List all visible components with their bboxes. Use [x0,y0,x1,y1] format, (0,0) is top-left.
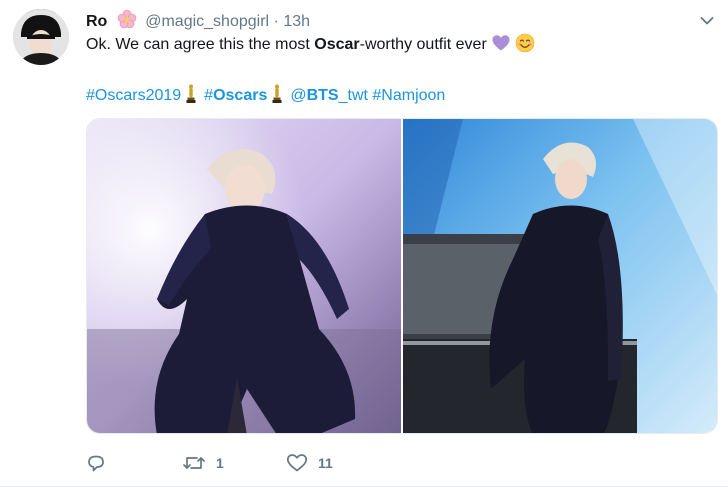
purple-heart-icon [491,33,511,60]
heart-icon [286,453,308,473]
mention-bts-twt[interactable]: @BTS_twt [290,87,368,104]
tweet-hashtags: #Oscars2019 #Oscars @BTS_twt #Namjoon [86,84,445,111]
tweet-header: Ro @magic_shopgirl · 13h [86,9,688,31]
cherry-blossom-icon [117,9,137,36]
tweet-text-bold: Oscar [314,36,360,53]
tweet-text-part: Ok. We can agree this the most [86,36,315,53]
oscar-statue-icon [272,84,282,111]
mention-bold: BTS [306,87,339,104]
like-count: 11 [318,455,333,471]
reply-icon [86,453,106,473]
tweet-actions: 1 11 [86,451,333,475]
author-name[interactable]: Ro [86,13,107,30]
reply-button[interactable] [86,453,182,473]
hashtag-namjoon[interactable]: #Namjoon [372,87,445,104]
avatar[interactable] [13,9,69,65]
hashtag-oscars2019[interactable]: #Oscars2019 [86,87,181,104]
chevron-down-icon[interactable] [700,13,714,31]
tweet-text-part: -worthy outfit ever [359,36,487,53]
separator-dot: · [273,13,279,30]
photo-left[interactable] [87,119,401,433]
hashtag-oscars[interactable]: #Oscars [204,87,267,104]
like-button[interactable]: 11 [286,453,333,473]
media-grid [86,118,718,434]
tweet-timestamp[interactable]: 13h [283,13,310,30]
photo-right[interactable] [403,119,717,433]
tweet-text: Ok. We can agree this the most Oscar-wor… [86,33,708,60]
hashtag-oscars-text: Oscars [213,87,268,104]
oscar-statue-icon [186,84,196,111]
retweet-count: 1 [216,455,224,471]
smiling-face-icon [515,33,535,60]
retweet-icon [182,453,206,473]
author-handle[interactable]: @magic_shopgirl [145,13,269,30]
retweet-button[interactable]: 1 [182,453,286,473]
